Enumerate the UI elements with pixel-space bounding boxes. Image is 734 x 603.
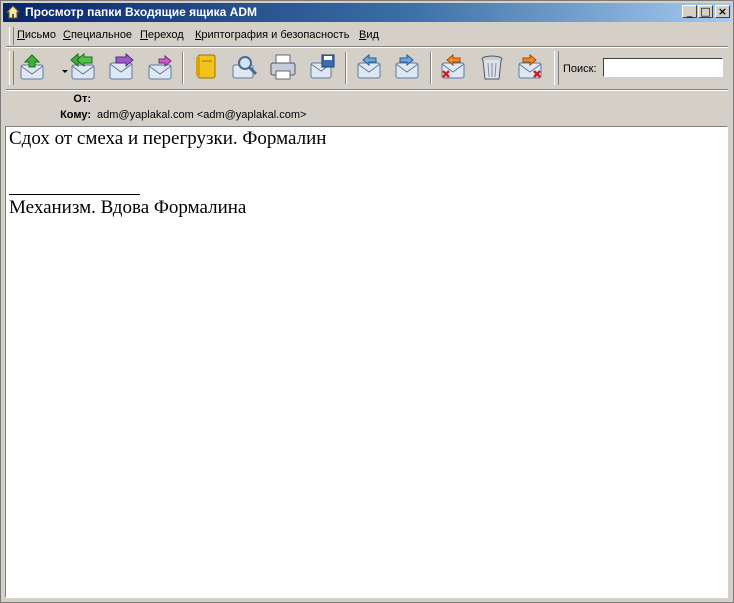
to-value[interactable]: adm@yaplakal.com <adm@yaplakal.com> — [97, 109, 306, 121]
toolbar-separator — [430, 52, 432, 84]
search-label: Поиск: — [563, 63, 597, 75]
message-line-2: Механизм. Вдова Формалина — [9, 197, 247, 218]
search-input[interactable] — [603, 58, 723, 77]
save-icon[interactable] — [307, 52, 337, 82]
delete-junk-icon[interactable] — [515, 52, 545, 82]
window-title: Просмотр папки Входящие ящика ADM — [25, 5, 258, 19]
message-headers: От: Кому: adm@yaplakal.com <adm@yaplakal… — [6, 91, 728, 125]
forward-icon[interactable] — [106, 52, 136, 82]
maximize-button[interactable]: □ — [698, 5, 713, 18]
menubar-grip[interactable] — [9, 27, 14, 45]
reply-icon[interactable] — [68, 52, 98, 82]
message-body[interactable]: Сдох от смеха и перегрузки. Формалин Мех… — [5, 126, 728, 598]
from-label: От: — [73, 93, 91, 105]
get-mail-icon[interactable] — [17, 52, 47, 82]
toolbar-grip[interactable] — [554, 51, 559, 85]
delete-icon[interactable] — [438, 52, 468, 82]
message-line-1: Сдох от смеха и перегрузки. Формалин — [9, 128, 327, 149]
find-icon[interactable] — [230, 52, 260, 82]
toolbar-grip[interactable] — [9, 51, 14, 85]
menu-message[interactable]: Письмо — [17, 29, 56, 41]
title-bar[interactable]: Просмотр папки Входящие ящика ADM _ □ × — [3, 3, 731, 22]
signature-rule — [9, 194, 140, 195]
address-book-icon[interactable] — [191, 52, 221, 82]
menu-view[interactable]: Вид — [359, 29, 379, 41]
house-icon — [6, 5, 20, 19]
print-icon[interactable] — [268, 52, 298, 82]
mail-window: Просмотр папки Входящие ящика ADM _ □ × … — [0, 0, 734, 603]
to-label: Кому: — [60, 109, 91, 121]
menu-crypto[interactable]: Криптография и безопасность — [195, 29, 349, 41]
next-message-icon[interactable] — [392, 52, 422, 82]
redirect-icon[interactable] — [145, 52, 175, 82]
menu-special[interactable]: Специальное — [63, 29, 132, 41]
toolbar-separator — [182, 52, 184, 84]
toolbar: Поиск: — [6, 47, 730, 89]
trash-icon[interactable] — [477, 52, 507, 82]
previous-message-icon[interactable] — [354, 52, 384, 82]
close-button[interactable]: × — [715, 5, 730, 18]
menu-go[interactable]: Переход — [140, 29, 184, 41]
get-mail-dropdown-icon[interactable] — [50, 52, 68, 82]
toolbar-separator — [345, 52, 347, 84]
minimize-button[interactable]: _ — [682, 5, 697, 18]
